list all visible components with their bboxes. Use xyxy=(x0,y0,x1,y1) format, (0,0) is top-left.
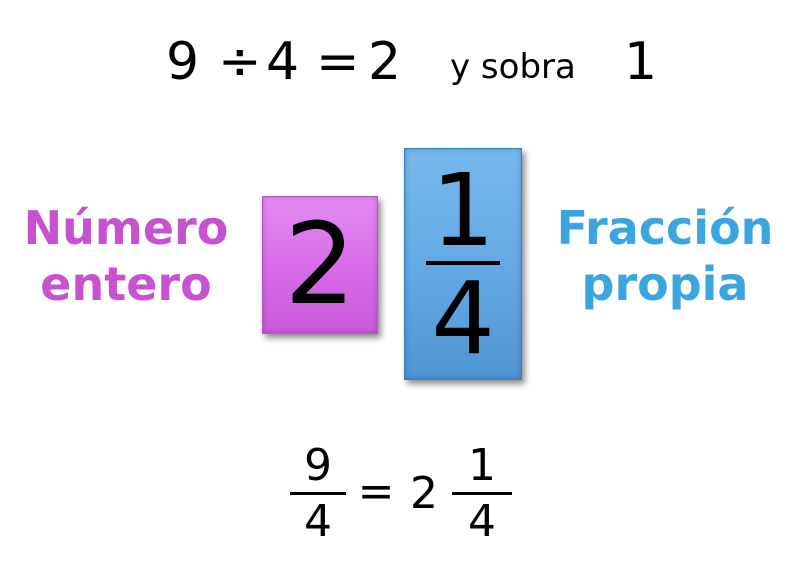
proper-fraction-label-line2: propia xyxy=(581,257,749,311)
improper-numerator: 9 xyxy=(304,440,332,491)
equals-sign: = xyxy=(316,32,360,92)
quotient: 2 xyxy=(368,32,402,92)
proper-fraction-box: 1 4 xyxy=(404,148,522,380)
division-equation: 9 ÷ 4 = 2 y sobra 1 xyxy=(0,28,800,98)
remainder-text: y sobra xyxy=(450,47,576,87)
dividend: 9 xyxy=(166,32,200,92)
whole-number-digit: 2 xyxy=(284,200,356,330)
fraction-numerator: 1 xyxy=(431,152,495,269)
fraction-denominator: 4 xyxy=(431,260,495,377)
whole-number-label-line2: entero xyxy=(40,257,212,311)
divisor: 4 xyxy=(266,32,300,92)
improper-denominator: 4 xyxy=(304,496,332,547)
whole-number-label: Número entero xyxy=(8,200,244,312)
proper-fraction-label: Fracción propia xyxy=(540,200,790,312)
division-sign: ÷ xyxy=(218,32,262,92)
whole-number-label-line1: Número xyxy=(23,201,229,255)
mixed-whole: 2 xyxy=(410,468,438,519)
mixed-denominator: 4 xyxy=(468,496,496,547)
proper-fraction-label-line1: Fracción xyxy=(556,201,774,255)
mixed-numerator: 1 xyxy=(468,440,496,491)
remainder: 1 xyxy=(624,32,658,92)
conversion-equation: 9 4 = 2 1 4 xyxy=(0,440,800,550)
equals-sign-bottom: = xyxy=(357,466,395,517)
whole-number-box: 2 xyxy=(262,196,378,334)
improper-fraction-bar xyxy=(290,492,346,495)
mixed-fraction-bar xyxy=(452,492,512,495)
